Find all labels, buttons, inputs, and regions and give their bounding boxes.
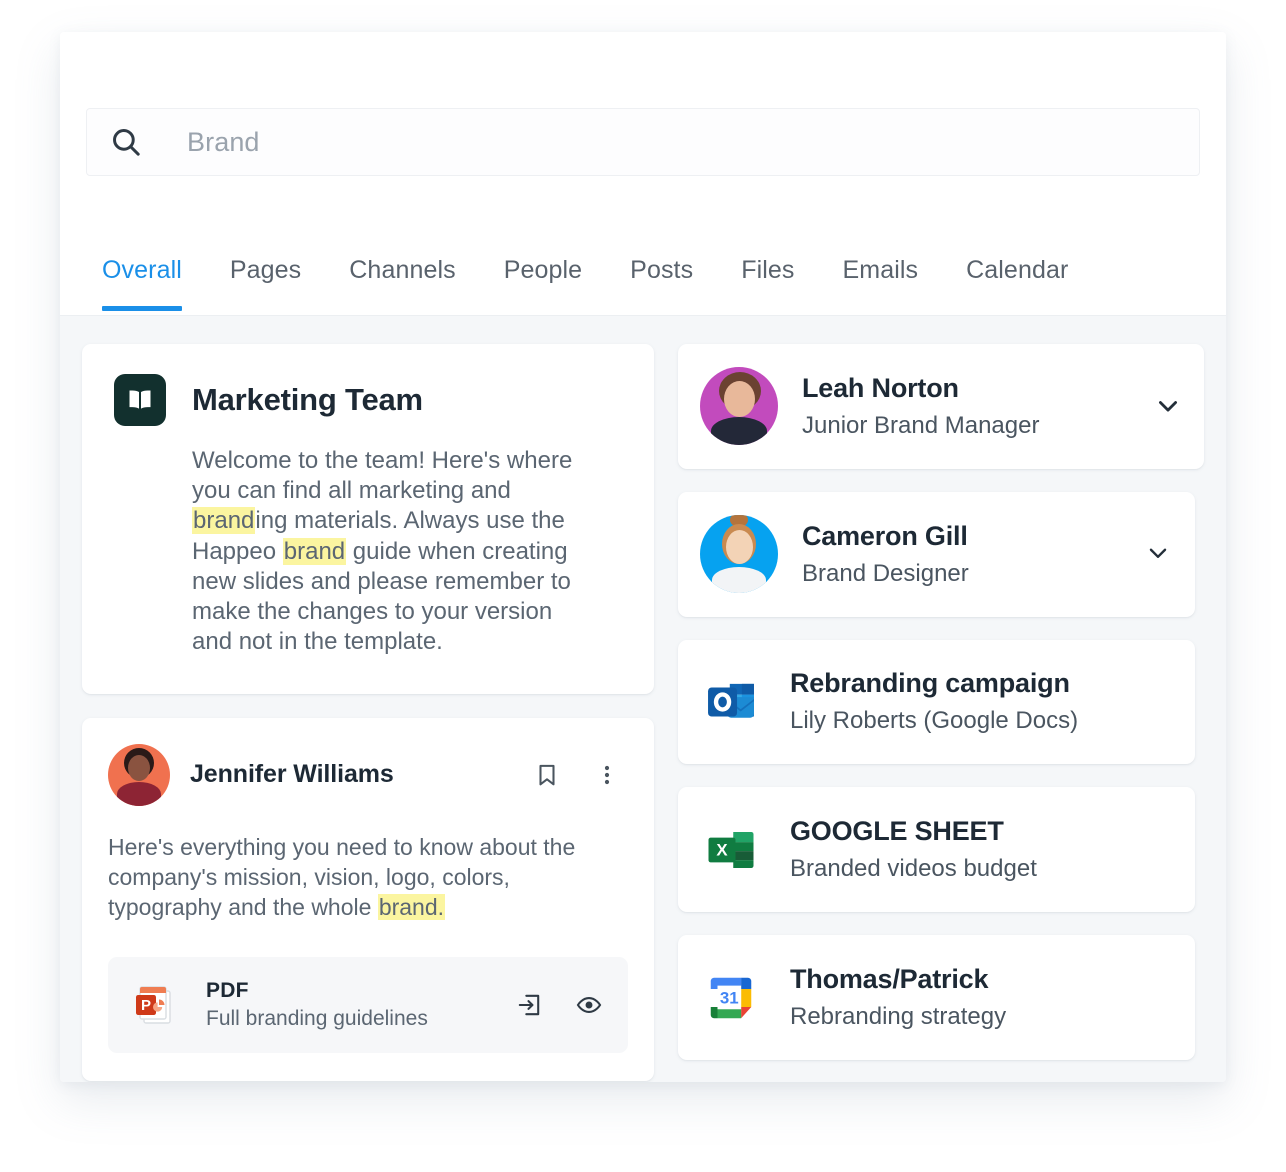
post-card[interactable]: Jennifer Williams Here's everything you … xyxy=(82,717,654,1081)
team-card-header: Marketing Team xyxy=(114,374,622,426)
tab-label: Pages xyxy=(229,256,302,284)
team-card-description: Welcome to the team! Here's where you ca… xyxy=(192,447,573,656)
google-calendar-icon: 31 xyxy=(700,967,762,1029)
tab-channels[interactable]: Channels xyxy=(325,244,479,311)
search-term-highlight: brand. xyxy=(377,894,446,921)
result-doc-thomas-patrick[interactable]: 31 Thomas/Patrick Rebranding strategy xyxy=(678,935,1195,1060)
open-book-icon xyxy=(114,374,166,426)
person-title: Junior Brand Manager xyxy=(802,411,1040,439)
avatar xyxy=(700,367,778,446)
outlook-icon xyxy=(700,671,762,733)
attachment-actions xyxy=(516,990,602,1020)
tab-label: Files xyxy=(741,256,795,284)
tab-label: Posts xyxy=(630,256,694,284)
tab-label: Calendar xyxy=(966,256,1069,284)
svg-text:31: 31 xyxy=(720,988,739,1007)
post-card-header: Jennifer Williams xyxy=(108,743,628,806)
doc-info: Rebranding campaign Lily Roberts (Google… xyxy=(790,668,1078,735)
tab-label: Emails xyxy=(842,256,919,284)
tab-label: People xyxy=(503,256,583,284)
search-term-highlight: brand xyxy=(282,537,347,565)
attachment-name: Full branding guidelines xyxy=(206,1006,428,1030)
doc-subtitle: Rebranding strategy xyxy=(790,1003,1007,1031)
search-results-area: Marketing Team Welcome to the team! Here… xyxy=(60,316,1226,1082)
avatar xyxy=(700,515,778,594)
doc-title: Thomas/Patrick xyxy=(790,964,989,995)
doc-subtitle: Branded videos budget xyxy=(790,855,1037,883)
tab-posts[interactable]: Posts xyxy=(606,244,717,311)
result-person-leah-norton[interactable]: Leah Norton Junior Brand Manager xyxy=(678,344,1204,469)
doc-title: Rebranding campaign xyxy=(790,668,1070,699)
tab-people[interactable]: People xyxy=(480,244,606,311)
post-actions xyxy=(534,760,628,790)
post-author-name: Jennifer Williams xyxy=(190,760,394,789)
open-in-icon[interactable] xyxy=(516,990,542,1020)
powerpoint-file-icon: P xyxy=(130,981,178,1029)
search-icon xyxy=(109,125,143,159)
marketing-team-card[interactable]: Marketing Team Welcome to the team! Here… xyxy=(82,344,654,694)
tab-label: Overall xyxy=(102,256,182,284)
person-name: Leah Norton xyxy=(802,372,959,403)
team-card-title: Marketing Team xyxy=(192,382,423,417)
search-input[interactable] xyxy=(187,126,1067,158)
search-box[interactable] xyxy=(86,108,1200,176)
person-name: Cameron Gill xyxy=(802,520,968,551)
tab-emails[interactable]: Emails xyxy=(819,244,943,311)
doc-info: GOOGLE SHEET Branded videos budget xyxy=(790,816,1037,883)
tab-overall[interactable]: Overall xyxy=(78,244,206,311)
tab-files[interactable]: Files xyxy=(717,244,818,311)
doc-title: GOOGLE SHEET xyxy=(790,816,1004,847)
search-header: Overall Pages Channels People Posts File… xyxy=(60,32,1226,316)
result-doc-google-sheet[interactable]: X GOOGLE SHEET Branded videos budget xyxy=(678,787,1195,913)
result-person-cameron-gill[interactable]: Cameron Gill Brand Designer xyxy=(678,491,1195,617)
post-card-body: Here's everything you need to know about… xyxy=(108,833,576,921)
person-info: Cameron Gill Brand Designer xyxy=(802,521,969,588)
search-tabs: Overall Pages Channels People Posts File… xyxy=(60,244,1226,316)
eye-icon[interactable] xyxy=(576,990,602,1020)
attachment-type: PDF xyxy=(206,978,249,1002)
person-title: Brand Designer xyxy=(802,559,969,587)
tab-calendar[interactable]: Calendar xyxy=(942,244,1092,311)
chevron-down-icon[interactable] xyxy=(1145,540,1173,568)
tab-pages[interactable]: Pages xyxy=(206,244,325,311)
chevron-down-icon[interactable] xyxy=(1154,392,1182,420)
attachment-row[interactable]: P PDF Full branding guidelines xyxy=(108,956,628,1053)
search-app-window: Overall Pages Channels People Posts File… xyxy=(60,32,1226,1082)
bookmark-icon[interactable] xyxy=(534,760,560,790)
doc-subtitle: Lily Roberts (Google Docs) xyxy=(790,707,1079,735)
doc-info: Thomas/Patrick Rebranding strategy xyxy=(790,964,1006,1031)
attachment-meta: PDF Full branding guidelines xyxy=(206,979,428,1031)
results-right-column: Leah Norton Junior Brand Manager Cameron… xyxy=(678,344,1204,1060)
excel-icon: X xyxy=(700,819,762,881)
tab-label: Channels xyxy=(349,256,456,284)
results-left-column: Marketing Team Welcome to the team! Here… xyxy=(82,344,654,1081)
more-vertical-icon[interactable] xyxy=(594,760,620,790)
search-term-highlight: brand xyxy=(192,507,256,535)
result-doc-rebranding-campaign[interactable]: Rebranding campaign Lily Roberts (Google… xyxy=(678,639,1195,765)
svg-text:P: P xyxy=(141,997,151,1014)
avatar xyxy=(108,743,170,806)
svg-text:X: X xyxy=(716,840,728,859)
person-info: Leah Norton Junior Brand Manager xyxy=(802,373,1039,440)
